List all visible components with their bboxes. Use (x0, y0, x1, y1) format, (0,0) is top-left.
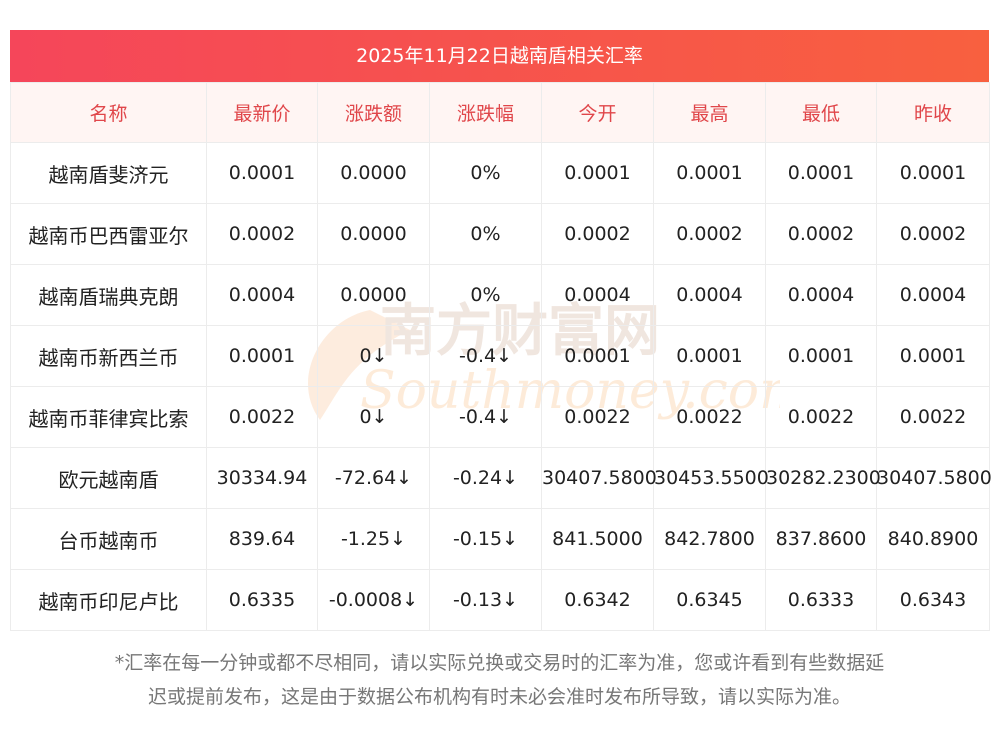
cell-high: 0.0001 (653, 325, 766, 387)
cell-open: 0.6342 (541, 569, 654, 631)
cell-name: 越南盾斐济元 (10, 142, 207, 204)
cell-change: -72.64↓ (317, 447, 430, 509)
cell-prev: 30407.5800 (876, 447, 992, 509)
footnote-line-2: 迟或提前发布，这是由于数据公布机构有时未必会准时发布所导致，请以实际为准。 (147, 686, 851, 708)
cell-low: 837.8600 (765, 508, 877, 570)
cell-open: 0.0001 (541, 142, 654, 204)
cell-change: -0.0008↓ (317, 569, 430, 631)
cell-latest: 0.0001 (206, 325, 318, 387)
col-header-high: 最高 (653, 82, 766, 143)
cell-change: -1.25↓ (317, 508, 430, 570)
cell-name: 欧元越南盾 (10, 447, 207, 509)
table-row: 欧元越南盾 30334.94 -72.64↓ -0.24↓ 30407.5800 3045… (10, 447, 992, 509)
cell-prev: 0.0022 (876, 386, 990, 448)
cell-low: 30282.2300 (765, 447, 881, 509)
exchange-rate-table: 名称 最新价 涨跌额 涨跌幅 今开 最高 最低 昨收 越南盾斐济元 0.0001 0… (10, 82, 992, 631)
col-header-low: 最低 (765, 82, 877, 143)
cell-pct: 0% (429, 142, 542, 204)
table-row: 越南币菲律宾比索 0.0022 0↓ -0.4↓ 0.0022 0.0022 0.0022 0… (10, 386, 990, 448)
cell-high: 0.0002 (653, 203, 766, 265)
cell-low: 0.0004 (765, 264, 877, 326)
cell-pct: -0.13↓ (429, 569, 542, 631)
cell-open: 841.5000 (541, 508, 654, 570)
cell-pct: -0.24↓ (429, 447, 542, 509)
cell-high: 30453.5500 (653, 447, 769, 509)
cell-latest: 0.0001 (206, 142, 318, 204)
cell-name: 台币越南币 (10, 508, 207, 570)
cell-low: 0.6333 (765, 569, 877, 631)
cell-change: 0↓ (317, 325, 430, 387)
cell-name: 越南币巴西雷亚尔 (10, 203, 207, 265)
col-header-change: 涨跌额 (317, 82, 430, 143)
cell-open: 30407.5800 (541, 447, 657, 509)
table-title: 2025年11月22日越南盾相关汇率 (10, 30, 989, 82)
cell-low: 0.0001 (765, 142, 877, 204)
table-row: 台币越南币 839.64 -1.25↓ -0.15↓ 841.5000 842.7800 8… (10, 508, 990, 570)
cell-open: 0.0001 (541, 325, 654, 387)
cell-low: 0.0001 (765, 325, 877, 387)
cell-high: 842.7800 (653, 508, 766, 570)
cell-pct: -0.4↓ (429, 325, 542, 387)
footnote-line-1: *汇率在每一分钟或都不尽相同，请以实际兑换或交易时的汇率为准，您或许看到有些数据… (114, 652, 885, 674)
col-header-name: 名称 (10, 82, 207, 143)
cell-pct: 0% (429, 264, 542, 326)
cell-pct: -0.15↓ (429, 508, 542, 570)
cell-change: 0.0000 (317, 264, 430, 326)
cell-prev: 0.0001 (876, 325, 990, 387)
table-row: 越南币新西兰币 0.0001 0↓ -0.4↓ 0.0001 0.0001 0.0001 0.… (10, 325, 990, 387)
cell-open: 0.0002 (541, 203, 654, 265)
cell-open: 0.0004 (541, 264, 654, 326)
cell-change: 0.0000 (317, 142, 430, 204)
table-row: 越南盾瑞典克朗 0.0004 0.0000 0% 0.0004 0.0004 0.0004 0… (10, 264, 990, 326)
cell-low: 0.0002 (765, 203, 877, 265)
cell-high: 0.0001 (653, 142, 766, 204)
cell-name: 越南币印尼卢比 (10, 569, 207, 631)
cell-prev: 0.0002 (876, 203, 990, 265)
cell-prev: 840.8900 (876, 508, 990, 570)
cell-latest: 0.0022 (206, 386, 318, 448)
cell-prev: 0.0001 (876, 142, 990, 204)
cell-high: 0.0004 (653, 264, 766, 326)
cell-name: 越南盾瑞典克朗 (10, 264, 207, 326)
cell-high: 0.0022 (653, 386, 766, 448)
cell-prev: 0.6343 (876, 569, 990, 631)
cell-low: 0.0022 (765, 386, 877, 448)
header-row: 名称 最新价 涨跌额 涨跌幅 今开 最高 最低 昨收 (10, 82, 990, 143)
cell-pct: -0.4↓ (429, 386, 542, 448)
cell-name: 越南币新西兰币 (10, 325, 207, 387)
cell-name: 越南币菲律宾比索 (10, 386, 207, 448)
table-row: 越南盾斐济元 0.0001 0.0000 0% 0.0001 0.0001 0.0001 0.… (10, 142, 990, 204)
cell-latest: 0.0002 (206, 203, 318, 265)
col-header-latest: 最新价 (206, 82, 318, 143)
table-row: 越南币印尼卢比 0.6335 -0.0008↓ -0.13↓ 0.6342 0.6345 0… (10, 569, 990, 631)
cell-latest: 0.6335 (206, 569, 318, 631)
col-header-pct: 涨跌幅 (429, 82, 542, 143)
cell-pct: 0% (429, 203, 542, 265)
cell-change: 0.0000 (317, 203, 430, 265)
cell-latest: 30334.94 (206, 447, 318, 509)
cell-high: 0.6345 (653, 569, 766, 631)
disclaimer-footnote: *汇率在每一分钟或都不尽相同，请以实际兑换或交易时的汇率为准，您或许看到有些数据… (10, 646, 989, 714)
cell-open: 0.0022 (541, 386, 654, 448)
cell-latest: 0.0004 (206, 264, 318, 326)
col-header-open: 今开 (541, 82, 654, 143)
cell-prev: 0.0004 (876, 264, 990, 326)
col-header-prev: 昨收 (876, 82, 990, 143)
table-row: 越南币巴西雷亚尔 0.0002 0.0000 0% 0.0002 0.0002 0.0002… (10, 203, 990, 265)
cell-change: 0↓ (317, 386, 430, 448)
cell-latest: 839.64 (206, 508, 318, 570)
